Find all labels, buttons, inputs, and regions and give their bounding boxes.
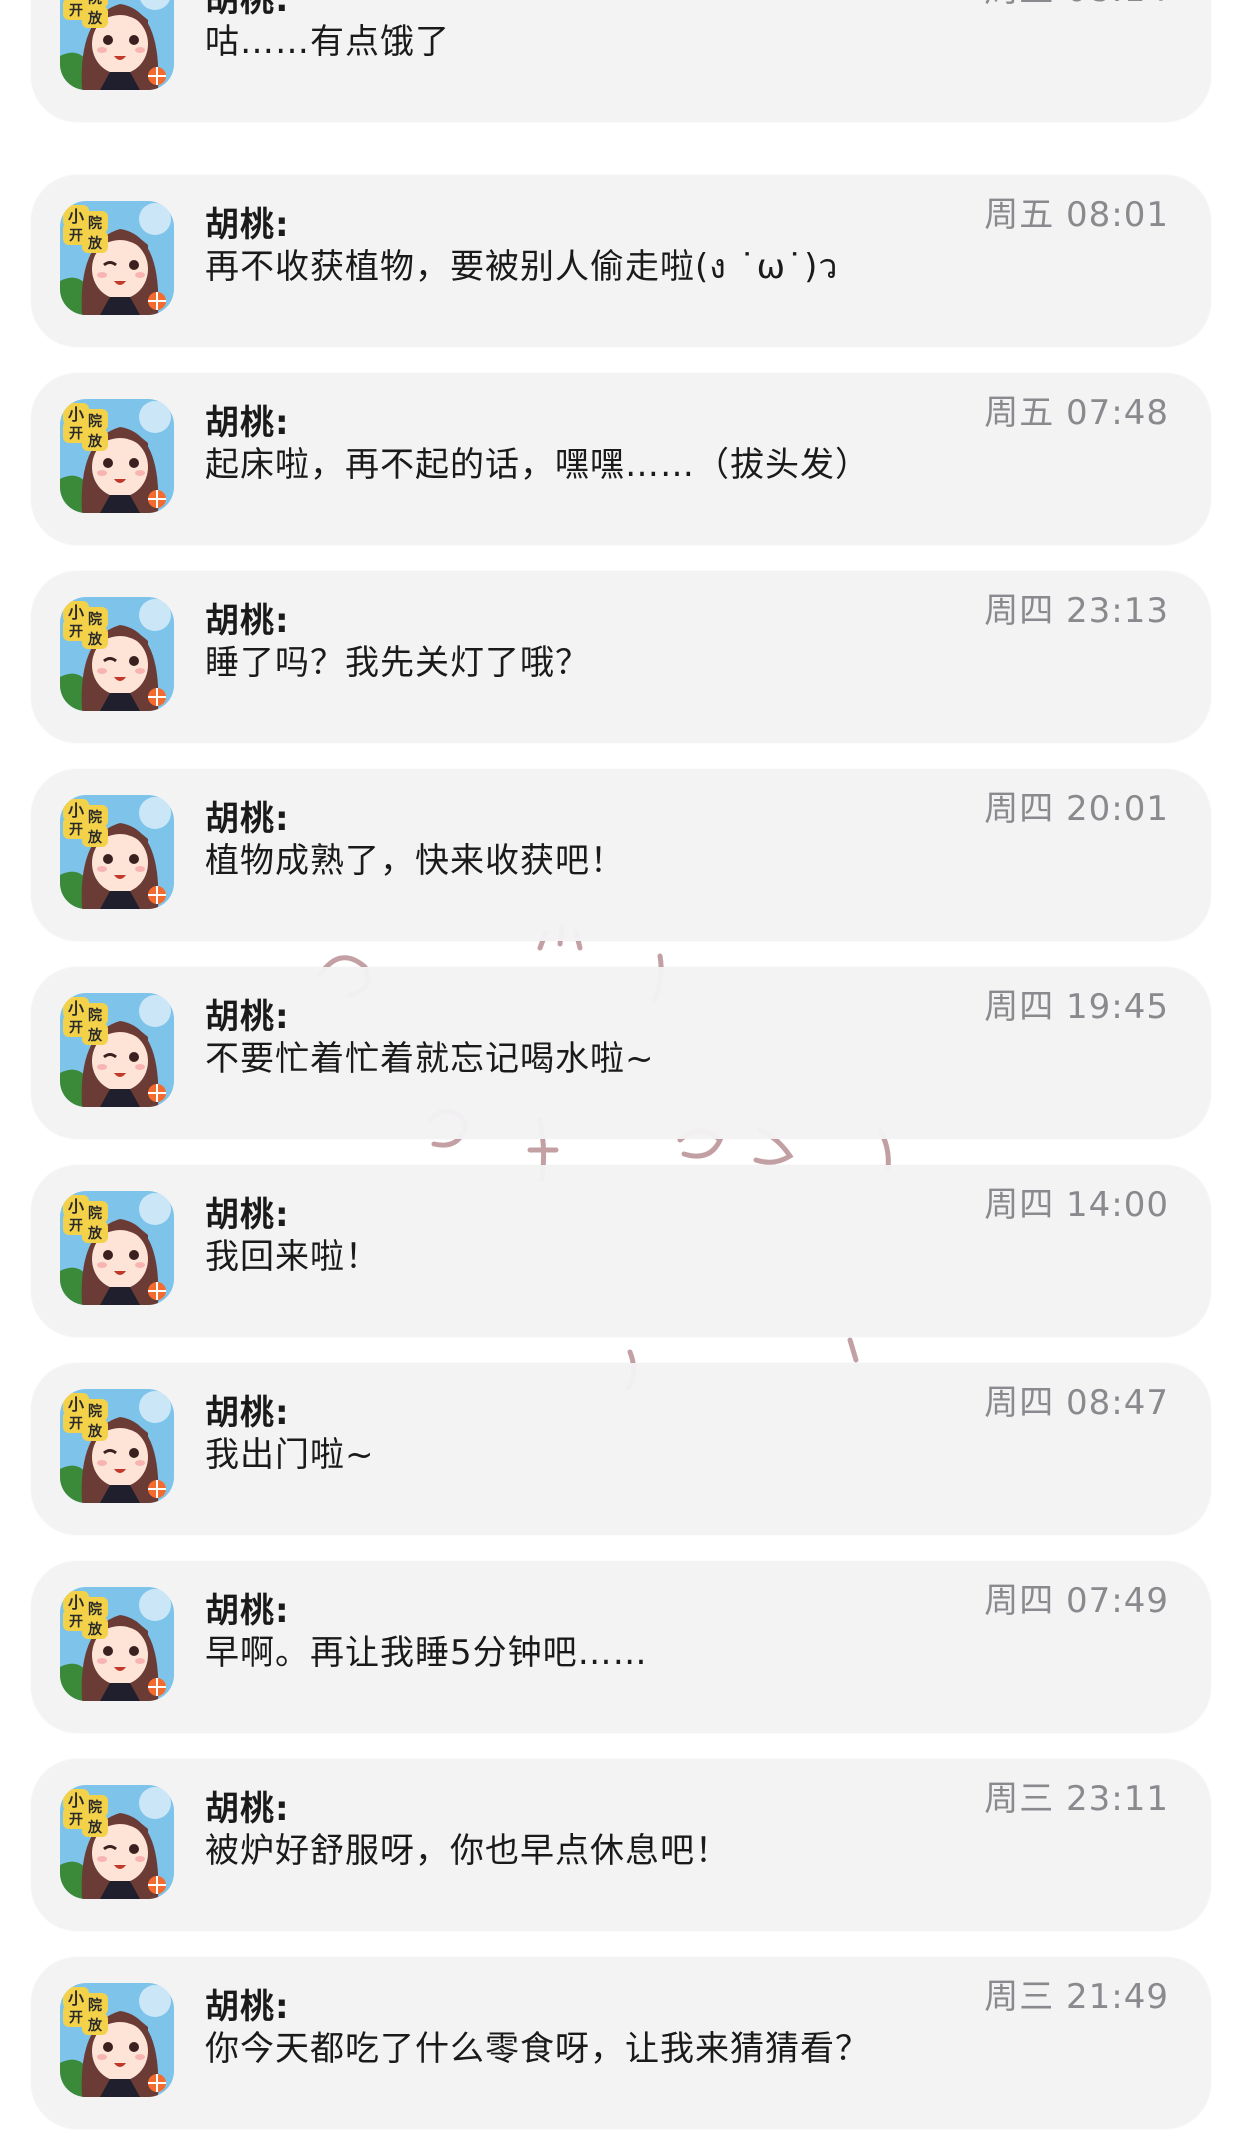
notification-message: 你今天都吃了什么零食呀，让我来猜猜看？: [205, 2029, 870, 2069]
notification-card[interactable]: 小 院 开 放 胡桃:咕……有点饿了周五 08:14: [31, 0, 1211, 122]
svg-text:小: 小: [68, 603, 84, 622]
svg-text:院: 院: [88, 1403, 102, 1420]
svg-text:开: 开: [69, 2010, 83, 2026]
app-icon-hutao: 小 院 开 放: [60, 597, 174, 711]
svg-text:放: 放: [87, 433, 103, 450]
notification-list: 小 院 开 放 胡桃:咕……有点饿了周五 08:14: [0, 0, 1242, 2140]
svg-text:小: 小: [68, 0, 84, 1]
notification-card[interactable]: 小 院 开 放 胡桃: 睡了吗？我先关灯了哦？ 周四 23:13: [31, 571, 1211, 743]
notification-message: 睡了吗？我先关灯了哦？: [205, 643, 590, 683]
notification-card[interactable]: 小 院 开 放 胡桃: 再不收获植物，要被别人偷走啦(ง ˙ω˙)ว 周五 08:0…: [31, 175, 1211, 347]
app-icon-hutao: 小 院 开 放: [60, 1785, 174, 1899]
svg-text:开: 开: [69, 1020, 83, 1036]
notification-message: 植物成熟了，快来收获吧！: [205, 841, 625, 881]
app-icon-hutao: 小 院 开 放: [60, 1587, 174, 1701]
svg-text:放: 放: [87, 1027, 103, 1044]
svg-text:小: 小: [68, 1197, 84, 1216]
svg-text:放: 放: [87, 829, 103, 846]
svg-text:院: 院: [88, 215, 102, 232]
notification-card[interactable]: 小 院 开 放 胡桃: 被炉好舒服呀，你也早点休息吧！ 周三 23:11: [31, 1759, 1211, 1931]
app-icon-hutao: 小 院 开 放: [60, 1389, 174, 1503]
notification-card[interactable]: 小 院 开 放 胡桃: 不要忙着忙着就忘记喝水啦~ 周四 19:45: [31, 967, 1211, 1139]
svg-text:院: 院: [88, 413, 102, 430]
svg-text:放: 放: [87, 2017, 103, 2034]
svg-text:小: 小: [68, 801, 84, 820]
svg-text:放: 放: [87, 631, 103, 648]
notification-card[interactable]: 小 院 开 放 胡桃: 你今天都吃了什么零食呀，让我来猜猜看？ 周三 21:49: [31, 1957, 1211, 2129]
svg-text:开: 开: [69, 624, 83, 640]
svg-text:院: 院: [88, 1799, 102, 1816]
svg-text:开: 开: [69, 426, 83, 442]
notification-time: 周三 23:11: [984, 1779, 1169, 1819]
svg-text:院: 院: [88, 0, 102, 7]
notification-time: 周三 21:49: [984, 1977, 1169, 2017]
app-icon-hutao: 小 院 开 放: [60, 399, 174, 513]
notification-card[interactable]: 小 院 开 放 胡桃: 植物成熟了，快来收获吧！ 周四 20:01: [31, 769, 1211, 941]
notification-time: 周四 07:49: [984, 1581, 1169, 1621]
notification-time: 周四 14:00: [984, 1185, 1169, 1225]
notification-time: 周四 23:13: [984, 591, 1169, 631]
svg-text:放: 放: [87, 10, 103, 27]
svg-text:小: 小: [68, 405, 84, 424]
notification-message: 我回来啦！: [205, 1237, 380, 1277]
app-icon-hutao: 小 院 开 放: [60, 1191, 174, 1305]
svg-text:放: 放: [87, 235, 103, 252]
notification-message: 不要忙着忙着就忘记喝水啦~: [205, 1039, 655, 1079]
notification-card[interactable]: 小 院 开 放 胡桃: 我出门啦~ 周四 08:47: [31, 1363, 1211, 1535]
notification-time: 周五 08:14: [984, 0, 1169, 11]
svg-text:小: 小: [68, 1989, 84, 2008]
svg-text:放: 放: [87, 1423, 103, 1440]
svg-text:开: 开: [69, 3, 83, 19]
app-icon-hutao: 小 院 开 放: [60, 993, 174, 1107]
svg-text:小: 小: [68, 1593, 84, 1612]
svg-text:放: 放: [87, 1225, 103, 1242]
notification-message: 咕……有点饿了: [205, 22, 450, 62]
svg-text:开: 开: [69, 228, 83, 244]
svg-text:院: 院: [88, 611, 102, 628]
svg-text:小: 小: [68, 999, 84, 1018]
svg-text:开: 开: [69, 1614, 83, 1630]
svg-text:院: 院: [88, 1601, 102, 1618]
svg-text:开: 开: [69, 1812, 83, 1828]
svg-text:开: 开: [69, 1416, 83, 1432]
notification-card[interactable]: 小 院 开 放 胡桃: 我回来啦！ 周四 14:00: [31, 1165, 1211, 1337]
notification-message: 早啊。再让我睡5分钟吧……: [205, 1633, 648, 1673]
svg-text:小: 小: [68, 207, 84, 226]
app-icon-hutao: 小 院 开 放: [60, 201, 174, 315]
svg-text:院: 院: [88, 1997, 102, 2014]
notification-card[interactable]: 小 院 开 放 胡桃: 起床啦，再不起的话，嘿嘿……（拔头发） 周五 07:48: [31, 373, 1211, 545]
svg-text:开: 开: [69, 822, 83, 838]
notification-time: 周五 08:01: [984, 195, 1169, 235]
svg-text:院: 院: [88, 1205, 102, 1222]
svg-text:小: 小: [68, 1395, 84, 1414]
notification-time: 周五 07:48: [984, 393, 1169, 433]
svg-text:放: 放: [87, 1621, 103, 1638]
notification-message: 被炉好舒服呀，你也早点休息吧！: [205, 1831, 730, 1871]
app-icon-hutao: 小 院 开 放: [60, 1983, 174, 2097]
app-icon-hutao: 小 院 开 放: [60, 795, 174, 909]
notification-time: 周四 08:47: [984, 1383, 1169, 1423]
svg-text:开: 开: [69, 1218, 83, 1234]
notification-time: 周四 20:01: [984, 789, 1169, 829]
svg-text:院: 院: [88, 1007, 102, 1024]
svg-text:小: 小: [68, 1791, 84, 1810]
notification-message: 起床啦，再不起的话，嘿嘿……（拔头发）: [205, 445, 870, 485]
notification-card[interactable]: 小 院 开 放 胡桃: 早啊。再让我睡5分钟吧…… 周四 07:49: [31, 1561, 1211, 1733]
app-icon-hutao: 小 院 开 放: [60, 0, 174, 90]
notification-message: 我出门啦~: [205, 1435, 375, 1475]
svg-text:放: 放: [87, 1819, 103, 1836]
svg-text:院: 院: [88, 809, 102, 826]
notification-time: 周四 19:45: [984, 987, 1169, 1027]
notification-message: 再不收获植物，要被别人偷走啦(ง ˙ω˙)ว: [205, 247, 839, 287]
